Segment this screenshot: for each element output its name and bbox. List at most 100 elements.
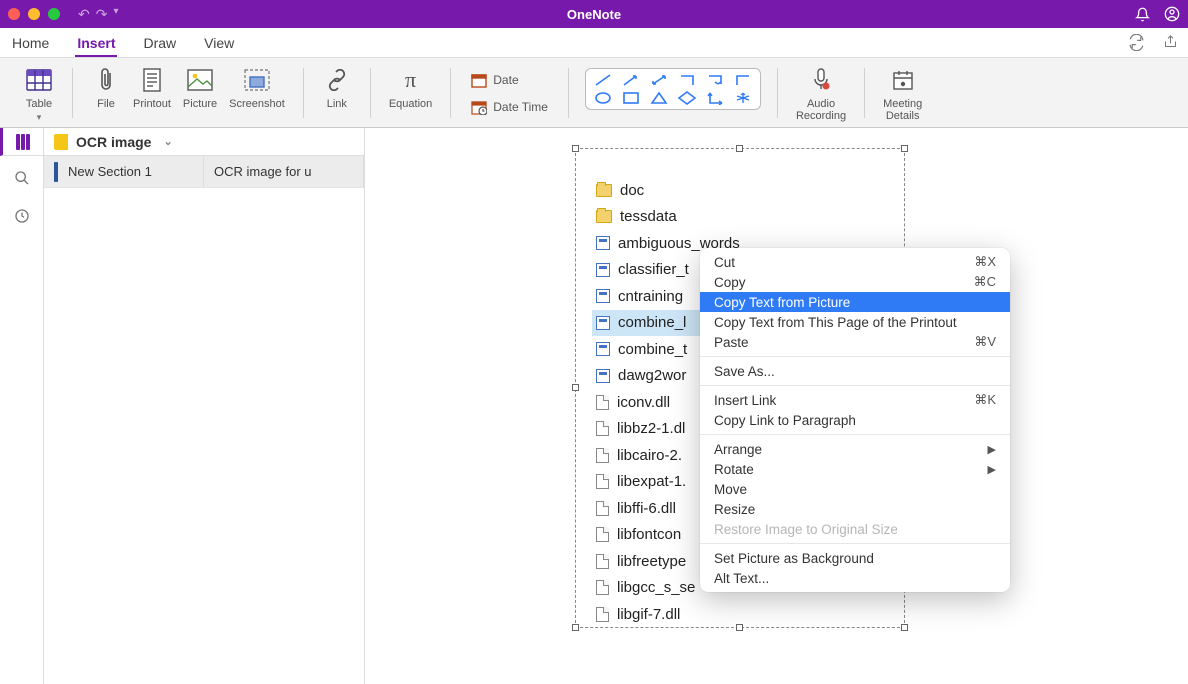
menu-insert[interactable]: Insert <box>75 35 117 57</box>
file-name: dawg2wor <box>618 367 686 384</box>
ribbon-screenshot-label: Screenshot <box>229 98 285 110</box>
file-name: libgcc_s_se <box>617 579 695 596</box>
dll-icon <box>596 527 609 542</box>
ribbon-audio-label2: Recording <box>796 110 846 122</box>
context-menu-item[interactable]: Rotate▶ <box>700 459 1010 479</box>
share-icon[interactable] <box>1163 34 1178 51</box>
elbow-icon[interactable] <box>678 73 696 87</box>
context-menu-item[interactable]: Copy Text from This Page of the Printout <box>700 312 1010 332</box>
context-menu-label: Restore Image to Original Size <box>714 522 898 537</box>
arrow-icon[interactable] <box>622 73 640 87</box>
menubar: Home Insert Draw View <box>0 28 1188 58</box>
file-name: libfreetype <box>617 553 686 570</box>
context-menu-label: Resize <box>714 502 755 517</box>
sync-icon[interactable] <box>1128 34 1145 51</box>
dll-icon <box>596 501 609 516</box>
triangle-icon[interactable] <box>650 91 668 105</box>
account-icon[interactable] <box>1164 6 1180 22</box>
dll-icon <box>596 448 609 463</box>
section-tab[interactable]: New Section 1 <box>44 156 204 187</box>
maximize-window-button[interactable] <box>48 8 60 20</box>
context-menu-item[interactable]: Move <box>700 479 1010 499</box>
history-controls: ↶ ↷ ▾ <box>78 6 119 23</box>
context-menu-item[interactable]: Cut⌘X <box>700 252 1010 272</box>
window-controls <box>8 8 60 20</box>
dll-icon <box>596 580 609 595</box>
calendar-icon <box>471 73 487 88</box>
page-tab[interactable]: OCR image for u <box>204 156 364 187</box>
ribbon-picture-label: Picture <box>183 98 217 110</box>
dll-icon <box>596 554 609 569</box>
context-menu-shortcut: ⌘V <box>974 334 996 350</box>
chevron-right-icon: ▶ <box>988 443 996 456</box>
diamond-icon[interactable] <box>678 91 696 105</box>
section-color-icon <box>54 162 58 182</box>
file-name: libffi-6.dll <box>617 500 676 517</box>
ribbon-picture[interactable]: Picture <box>177 64 223 112</box>
context-menu-shortcut: ⌘C <box>974 274 996 290</box>
context-menu-item[interactable]: Paste ⌘V <box>700 332 1010 352</box>
context-menu-label: Paste <box>714 335 749 350</box>
context-menu-item[interactable]: Save As... <box>700 361 1010 381</box>
context-menu-item[interactable]: Copy Text from Picture <box>700 292 1010 312</box>
context-menu: Cut⌘XCopy⌘CCopy Text from Picture Copy Te… <box>700 248 1010 592</box>
rail-notebook-button[interactable] <box>0 128 43 156</box>
axes3d-icon[interactable] <box>734 91 752 105</box>
search-icon[interactable] <box>14 170 30 186</box>
ribbon-file[interactable]: File <box>85 64 127 112</box>
exe-icon <box>596 342 610 356</box>
picture-icon <box>187 66 213 94</box>
recent-icon[interactable] <box>14 208 30 224</box>
chevron-right-icon: ▶ <box>988 463 996 476</box>
notebook-selector[interactable]: OCR image ⌄ <box>44 128 364 156</box>
minimize-window-button[interactable] <box>28 8 40 20</box>
redo-icon[interactable]: ↷ <box>96 6 108 23</box>
elbow-arrow-icon[interactable] <box>706 73 724 87</box>
file-name: tessdata <box>620 208 677 225</box>
file-name: cntraining <box>618 288 683 305</box>
context-menu-item[interactable]: Resize <box>700 499 1010 519</box>
qat-dropdown-icon[interactable]: ▾ <box>113 6 118 23</box>
axes-icon[interactable] <box>706 91 724 105</box>
exe-icon <box>596 263 610 277</box>
undo-icon[interactable]: ↶ <box>78 6 90 23</box>
context-menu-item[interactable]: Copy Link to Paragraph <box>700 410 1010 430</box>
menu-home[interactable]: Home <box>10 35 51 51</box>
context-menu-item[interactable]: Alt Text... <box>700 568 1010 588</box>
ribbon-table[interactable]: Table ▾ <box>18 64 60 125</box>
ribbon-screenshot[interactable]: Screenshot <box>223 64 291 112</box>
notifications-icon[interactable] <box>1135 7 1150 22</box>
ribbon-audio-label1: Audio <box>807 98 835 110</box>
rect-icon[interactable] <box>622 91 640 105</box>
ribbon-audio[interactable]: AudioRecording <box>790 64 852 124</box>
file-name: doc <box>620 182 644 199</box>
screenshot-icon <box>244 66 270 94</box>
file-name: libbz2-1.dl <box>617 420 685 437</box>
menu-view[interactable]: View <box>202 35 236 51</box>
shapes-gallery[interactable] <box>585 68 761 110</box>
titlebar: ↶ ↷ ▾ OneNote <box>0 0 1188 28</box>
ribbon-equation[interactable]: π Equation <box>383 64 438 112</box>
context-menu-item[interactable]: Set Picture as Background <box>700 548 1010 568</box>
elbow-rev-icon[interactable] <box>734 73 752 87</box>
notebook-panel: OCR image ⌄ New Section 1 OCR image for … <box>44 128 364 684</box>
context-menu-item[interactable]: Insert Link⌘K <box>700 390 1010 410</box>
context-menu-label: Copy Text from This Page of the Printout <box>714 315 957 330</box>
ellipse-icon[interactable] <box>594 91 612 105</box>
microphone-icon <box>811 66 831 94</box>
context-menu-item[interactable]: Arrange▶ <box>700 439 1010 459</box>
file-name: combine_l <box>618 314 686 331</box>
double-arrow-icon[interactable] <box>650 73 668 87</box>
attachment-icon <box>98 66 114 94</box>
ribbon-date[interactable]: Date <box>467 71 522 90</box>
ribbon-printout[interactable]: Printout <box>127 64 177 112</box>
line-icon[interactable] <box>594 73 612 87</box>
close-window-button[interactable] <box>8 8 20 20</box>
ribbon-link[interactable]: Link <box>316 64 358 112</box>
page-name: OCR image for u <box>214 164 312 179</box>
context-menu-item[interactable]: Copy⌘C <box>700 272 1010 292</box>
ribbon-meeting[interactable]: MeetingDetails <box>877 64 928 124</box>
dll-icon <box>596 607 609 622</box>
ribbon-datetime[interactable]: Date Time <box>467 98 552 117</box>
menu-draw[interactable]: Draw <box>141 35 178 51</box>
